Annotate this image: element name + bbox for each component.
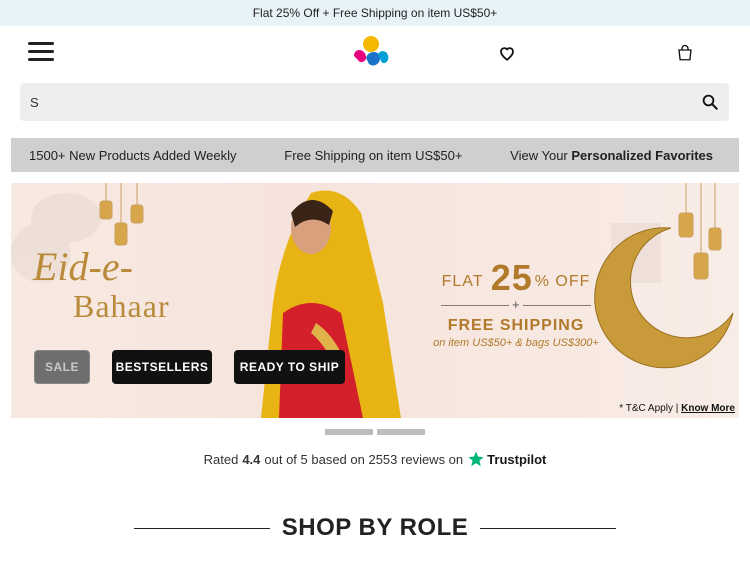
banner-title-line2: Bahaar xyxy=(73,288,170,324)
banner-title-line1: Eid-e- xyxy=(33,244,133,289)
shop-by-role-heading: SHOP BY ROLE xyxy=(0,510,750,546)
rating-score: 4.4 xyxy=(242,451,261,467)
section-title: SHOP BY ROLE xyxy=(281,514,469,541)
search-icon[interactable] xyxy=(701,93,719,111)
search-bar xyxy=(20,83,729,121)
usp-strip: 1500+ New Products Added Weekly Free Shi… xyxy=(11,138,739,172)
terms-prefix: * T&C Apply | xyxy=(619,403,682,414)
offer-condition: on item US$50+ & bags US$300+ xyxy=(433,337,599,349)
carousel-dot[interactable] xyxy=(377,429,425,435)
trustpilot-brand: Trustpilot xyxy=(487,451,547,467)
offer-percent: 25 xyxy=(490,257,533,298)
hero-banner[interactable]: Eid-e- Bahaar FLAT 25% OFF + FREE SHIPPI… xyxy=(11,183,739,418)
rating-middle: out of 5 based on 2553 reviews on xyxy=(264,451,464,467)
usp-favorites-bold: Personalized Favorites xyxy=(571,147,713,163)
hamburger-menu-icon[interactable] xyxy=(28,42,54,64)
shopping-bag-icon[interactable] xyxy=(676,44,694,62)
trustpilot-rating[interactable]: Rated 4.4 out of 5 based on 2553 reviews… xyxy=(0,450,750,468)
banner-title: Eid-e- Bahaar xyxy=(33,244,170,324)
sale-button[interactable]: SALE xyxy=(34,350,90,384)
know-more-link[interactable]: Know More xyxy=(681,403,735,414)
usp-personalized-favorites[interactable]: View Your Personalized Favorites xyxy=(510,148,713,163)
offer-flat: FLAT xyxy=(441,273,484,290)
trustpilot-logo: Trustpilot xyxy=(467,450,546,468)
search-input[interactable] xyxy=(30,83,690,121)
trustpilot-star-icon xyxy=(468,451,484,467)
terms-note: * T&C Apply | Know More xyxy=(619,403,735,414)
wishlist-heart-icon[interactable] xyxy=(498,44,516,62)
carousel-indicators xyxy=(325,429,425,435)
carousel-dot[interactable] xyxy=(325,429,373,435)
heading-divider-right xyxy=(480,527,617,529)
offer-shipping: FREE SHIPPING xyxy=(447,317,585,334)
ready-to-ship-button[interactable]: READY TO SHIP xyxy=(234,350,345,384)
usp-favorites-prefix: View Your xyxy=(510,147,572,163)
banner-offer: FLAT 25% OFF + FREE SHIPPING on item US$… xyxy=(421,257,611,349)
promo-text: Flat 25% Off + Free Shipping on item US$… xyxy=(252,6,498,20)
rating-prefix: Rated xyxy=(203,451,239,467)
site-header xyxy=(0,26,750,82)
heading-divider-left xyxy=(133,527,270,529)
offer-plus: + xyxy=(509,297,523,312)
usp-free-shipping: Free Shipping on item US$50+ xyxy=(284,147,463,163)
bestsellers-button[interactable]: BESTSELLERS xyxy=(112,350,212,384)
offer-off: % OFF xyxy=(534,273,591,290)
usp-new-products: 1500+ New Products Added Weekly xyxy=(29,147,237,163)
promo-bar[interactable]: Flat 25% Off + Free Shipping on item US$… xyxy=(0,0,750,26)
brand-logo[interactable] xyxy=(350,34,392,72)
